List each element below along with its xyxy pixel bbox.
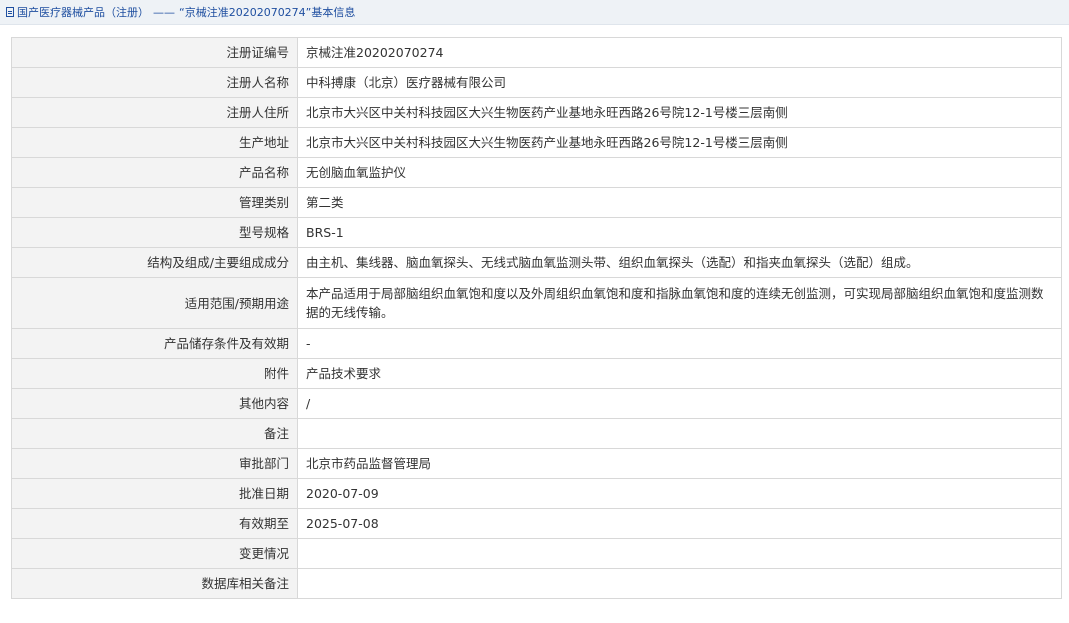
row-value: 由主机、集线器、脑血氧探头、无线式脑血氧监测头带、组织血氧探头（选配）和指夹血氧… (297, 247, 1062, 278)
row-value (297, 538, 1062, 569)
table-row: 其他内容 / (11, 388, 1062, 419)
row-value: 中科搏康（北京）医疗器械有限公司 (297, 67, 1062, 98)
row-label: 批准日期 (11, 478, 298, 509)
table-row: 型号规格 BRS-1 (11, 217, 1062, 248)
row-label: 管理类别 (11, 187, 298, 218)
row-label: 生产地址 (11, 127, 298, 158)
table-row: 适用范围/预期用途 本产品适用于局部脑组织血氧饱和度以及外周组织血氧饱和度和指脉… (11, 277, 1062, 329)
table-row: 产品名称 无创脑血氧监护仪 (11, 157, 1062, 188)
row-value (297, 568, 1062, 599)
table-row: 注册人名称 中科搏康（北京）医疗器械有限公司 (11, 67, 1062, 98)
row-value: BRS-1 (297, 217, 1062, 248)
row-value: 京械注准20202070274 (297, 37, 1062, 68)
row-label: 结构及组成/主要组成成分 (11, 247, 298, 278)
table-row: 有效期至 2025-07-08 (11, 508, 1062, 539)
row-value: - (297, 328, 1062, 359)
row-value: 本产品适用于局部脑组织血氧饱和度以及外周组织血氧饱和度和指脉血氧饱和度的连续无创… (297, 277, 1062, 329)
row-label: 适用范围/预期用途 (11, 277, 298, 329)
row-label: 审批部门 (11, 448, 298, 479)
table-row: 数据库相关备注 (11, 568, 1062, 599)
detail-table-container: 注册证编号 京械注准20202070274 注册人名称 中科搏康（北京）医疗器械… (11, 37, 1062, 599)
row-label: 数据库相关备注 (11, 568, 298, 599)
table-row: 备注 (11, 418, 1062, 449)
row-value: 2025-07-08 (297, 508, 1062, 539)
row-value: 北京市大兴区中关村科技园区大兴生物医药产业基地永旺西路26号院12-1号楼三层南… (297, 97, 1062, 128)
row-label: 注册证编号 (11, 37, 298, 68)
table-row: 审批部门 北京市药品监督管理局 (11, 448, 1062, 479)
row-label: 附件 (11, 358, 298, 389)
row-label: 注册人住所 (11, 97, 298, 128)
row-label: 型号规格 (11, 217, 298, 248)
breadcrumb-category[interactable]: 国产医疗器械产品（注册） (17, 4, 149, 20)
row-value: 产品技术要求 (297, 358, 1062, 389)
table-row: 注册人住所 北京市大兴区中关村科技园区大兴生物医药产业基地永旺西路26号院12-… (11, 97, 1062, 128)
row-label: 有效期至 (11, 508, 298, 539)
table-row: 变更情况 (11, 538, 1062, 569)
row-value: 第二类 (297, 187, 1062, 218)
row-value: 无创脑血氧监护仪 (297, 157, 1062, 188)
table-row: 管理类别 第二类 (11, 187, 1062, 218)
row-value: 北京市药品监督管理局 (297, 448, 1062, 479)
table-row: 结构及组成/主要组成成分 由主机、集线器、脑血氧探头、无线式脑血氧监测头带、组织… (11, 247, 1062, 278)
row-value: 北京市大兴区中关村科技园区大兴生物医药产业基地永旺西路26号院12-1号楼三层南… (297, 127, 1062, 158)
table-row: 批准日期 2020-07-09 (11, 478, 1062, 509)
document-icon (6, 7, 14, 17)
row-label: 其他内容 (11, 388, 298, 419)
table-row: 注册证编号 京械注准20202070274 (11, 37, 1062, 68)
breadcrumb: 国产医疗器械产品（注册） —— “京械注准20202070274”基本信息 (0, 0, 1069, 25)
table-row: 产品储存条件及有效期 - (11, 328, 1062, 359)
breadcrumb-title: “京械注准20202070274”基本信息 (179, 6, 356, 19)
product-detail-table: 注册证编号 京械注准20202070274 注册人名称 中科搏康（北京）医疗器械… (11, 37, 1062, 599)
row-label: 注册人名称 (11, 67, 298, 98)
row-label: 产品名称 (11, 157, 298, 188)
row-label: 备注 (11, 418, 298, 449)
table-row: 生产地址 北京市大兴区中关村科技园区大兴生物医药产业基地永旺西路26号院12-1… (11, 127, 1062, 158)
breadcrumb-separator: —— (153, 5, 175, 19)
row-label: 产品储存条件及有效期 (11, 328, 298, 359)
row-value: 2020-07-09 (297, 478, 1062, 509)
row-label: 变更情况 (11, 538, 298, 569)
row-value: / (297, 388, 1062, 419)
row-value (297, 418, 1062, 449)
table-row: 附件 产品技术要求 (11, 358, 1062, 389)
